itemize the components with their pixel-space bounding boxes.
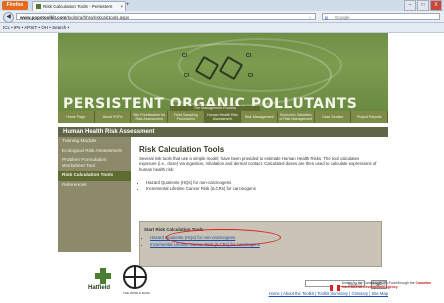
bookmark-star-icon[interactable]: ☆ [308, 14, 312, 21]
web-page: Cl Cl Cl Cl PERSISTENT ORGANIC POLLUTANT… [0, 33, 444, 303]
minimize-button[interactable]: – [404, 0, 416, 11]
list-item: Incremental Lifetime Cancer Risk (ILCRs)… [146, 186, 256, 192]
world-bank-logo-text: THE WORLD BANK [123, 291, 151, 295]
pcb-molecule-icon: Cl Cl Cl Cl [178, 49, 270, 83]
main-navigation: Home Page About POPs Site Prioritization… [58, 111, 389, 123]
new-tab-button[interactable]: + [126, 2, 130, 8]
world-bank-logo[interactable]: THE WORLD BANK [123, 265, 150, 295]
hq-tool-link[interactable]: Hazard Quotients (HQs) for non-carcinoge… [150, 235, 235, 240]
nav-risk-management[interactable]: Risk Management [241, 111, 279, 123]
partner-logos: Hatfield THE WORLD BANK [88, 265, 190, 303]
nav-home[interactable]: Home Page [58, 111, 95, 123]
browser-nav-bar: ◀ www.popstoolkit.com/tools/ra/hhra/risk… [0, 11, 444, 23]
close-window-button[interactable]: X [430, 0, 442, 11]
risk-types-list: Hazard Quotients (HQs) for non-carcinoge… [139, 180, 256, 192]
start-tools-box: Start Risk Calculation Tools Hazard Quot… [139, 221, 382, 267]
url-path: /tools/ra/hhra/riskcalctools.aspx [66, 15, 130, 20]
browser-tab-bar: Firefox Risk Calculation Tools - Persist… [0, 0, 444, 19]
main-content: Risk Calculation Tools Several risk tool… [131, 137, 388, 267]
molecule-label: Cl [184, 73, 189, 79]
back-arrow-icon[interactable]: ◀ [3, 12, 14, 23]
funding-note: funded by the Canadian POPs Fund through… [342, 281, 431, 289]
favicon-icon [36, 4, 41, 10]
sidebar-item-references[interactable]: References [58, 181, 131, 191]
page-title: Risk Calculation Tools [139, 145, 225, 154]
sidebar-item-risk-calculation[interactable]: Risk Calculation Tools [58, 171, 131, 181]
start-tools-title: Start Risk Calculation Tools [144, 227, 204, 232]
section-title-bar: Human Health Risk Assessment [58, 127, 388, 137]
molecule-label: Cl [248, 73, 253, 79]
sidebar-item-problem-formulation[interactable]: Problem Formulation Worksheet Tool [58, 156, 131, 171]
firefox-menu-button[interactable]: Firefox [2, 1, 28, 10]
molecule-label: Cl [246, 53, 251, 59]
nav-about-pops[interactable]: About POPs [95, 111, 132, 123]
url-host: www.popstoolkit.com [20, 15, 67, 20]
nav-economic-valuation[interactable]: Economic Valuation of Risk Management [278, 111, 315, 123]
nav-field-sampling[interactable]: Field Sampling Procedures [168, 111, 205, 123]
nav-case-studies[interactable]: Case Studies [315, 111, 352, 123]
hatfield-logo-text: Hatfield [88, 285, 111, 291]
sidebar-item-training-module[interactable]: Training Module [58, 137, 131, 147]
search-engine-placeholder: Google [335, 15, 350, 20]
canada-flag-icon [330, 285, 340, 291]
nav-human-health-risk[interactable]: Human Health Risk Assessment [204, 111, 242, 123]
url-bar[interactable]: www.popstoolkit.com/tools/ra/hhra/riskca… [16, 13, 316, 20]
maximize-button[interactable]: □ [417, 0, 429, 11]
google-icon: g [325, 15, 328, 20]
ilcr-tool-link[interactable]: Incremental Lifetime Cancer Risk (ILCRs)… [150, 242, 260, 247]
intro-paragraph: Several risk tools that use a simple mod… [139, 156, 377, 172]
molecule-label: Cl [182, 53, 187, 59]
bookmarks-toolbar[interactable]: ICL • IPs • APSIT • OH • Search • [0, 23, 444, 33]
sidebar: Training Module Ecological Risk Assessme… [58, 137, 131, 252]
sidebar-item-ecological-risk[interactable]: Ecological Risk Assessment [58, 147, 131, 157]
start-tools-links: Hazard Quotients (HQs) for non-carcinoge… [144, 234, 260, 248]
nav-site-prioritization[interactable]: Site Prioritization for Risk Assessment [131, 111, 169, 123]
site-header-banner: Cl Cl Cl Cl PERSISTENT ORGANIC POLLUTANT… [58, 33, 388, 111]
nav-project-reports[interactable]: Project Reports [351, 111, 389, 123]
hatfield-logo[interactable]: Hatfield [88, 265, 116, 291]
window-controls: – □ X [404, 0, 442, 11]
browser-search-input[interactable]: g Google [322, 13, 440, 20]
footer-links[interactable]: Home | About the Toolkit | Toolkit Summa… [240, 291, 388, 296]
